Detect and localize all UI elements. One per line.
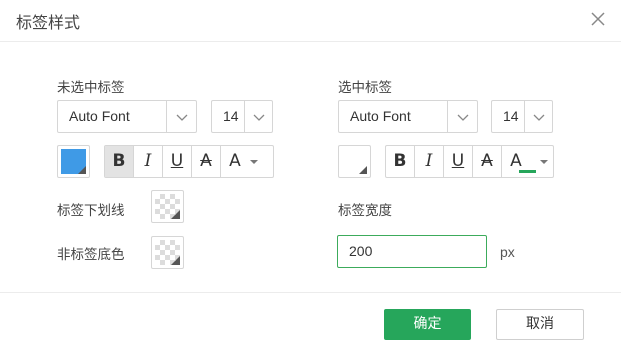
- strikethrough-button[interactable]: A: [192, 146, 220, 177]
- unselected-font-select[interactable]: Auto Font: [57, 100, 197, 133]
- width-input[interactable]: 200: [337, 235, 487, 268]
- dropdown-corner-icon: [171, 210, 180, 219]
- dialog-header: 标签样式: [0, 0, 621, 42]
- selected-tab-label: 选中标签: [338, 80, 392, 96]
- bold-button[interactable]: B: [105, 146, 133, 177]
- chevron-down-icon: [176, 114, 188, 121]
- font-color-indicator: [519, 170, 536, 173]
- caret-down-icon: [540, 160, 548, 164]
- width-unit: px: [500, 244, 515, 260]
- unselected-bg-label: 非标签底色: [57, 247, 125, 263]
- width-label: 标签宽度: [338, 203, 392, 219]
- cancel-button[interactable]: 取消: [496, 309, 584, 340]
- chevron-down-icon: [253, 114, 265, 121]
- width-value: 200: [349, 243, 373, 259]
- selected-bg-color-picker[interactable]: [338, 145, 371, 178]
- dialog-title: 标签样式: [16, 13, 81, 32]
- unselected-bg-color-picker-2[interactable]: [151, 236, 184, 269]
- italic-button[interactable]: I: [415, 146, 443, 177]
- unselected-size-select[interactable]: 14: [211, 100, 273, 133]
- label-style-dialog: 标签样式 未选中标签 Auto Font 14 B I U A A 标签下划线 …: [0, 0, 621, 355]
- unselected-size-value: 14: [223, 108, 239, 124]
- dialog-footer: 确定 取消: [0, 292, 621, 355]
- close-icon[interactable]: [590, 11, 606, 27]
- unselected-bg-color-picker[interactable]: [57, 145, 90, 178]
- strikethrough-button[interactable]: A: [473, 146, 501, 177]
- unselected-font-value: Auto Font: [69, 108, 130, 124]
- selected-size-value: 14: [503, 108, 519, 124]
- underline-button[interactable]: U: [444, 146, 472, 177]
- chevron-down-icon: [457, 114, 469, 121]
- caret-down-icon: [250, 160, 258, 164]
- italic-button[interactable]: I: [134, 146, 162, 177]
- unselected-format-bar: B I U A A: [104, 145, 274, 178]
- selected-format-bar: B I U A A: [385, 145, 554, 178]
- unselected-tab-label: 未选中标签: [57, 80, 125, 96]
- selected-font-value: Auto Font: [350, 108, 411, 124]
- dropdown-corner-icon: [171, 256, 180, 265]
- confirm-button[interactable]: 确定: [384, 309, 471, 340]
- underline-button[interactable]: U: [163, 146, 191, 177]
- selected-font-select[interactable]: Auto Font: [338, 100, 478, 133]
- dropdown-corner-icon: [78, 166, 86, 174]
- selected-size-select[interactable]: 14: [491, 100, 553, 133]
- dropdown-corner-icon: [359, 166, 367, 174]
- underline-color-picker[interactable]: [151, 190, 184, 223]
- bold-button[interactable]: B: [386, 146, 414, 177]
- underline-label: 标签下划线: [57, 203, 125, 219]
- font-color-button[interactable]: A: [223, 146, 247, 177]
- chevron-down-icon: [533, 114, 545, 121]
